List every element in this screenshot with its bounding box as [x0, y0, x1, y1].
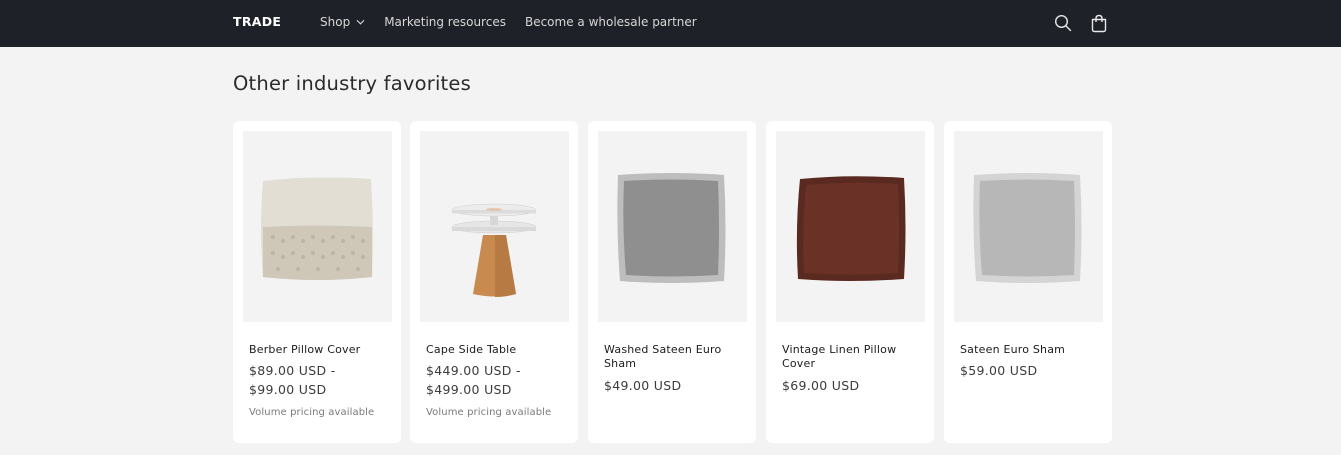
price-line: $99.00 USD	[249, 382, 327, 397]
pillow-icon	[796, 176, 906, 281]
cart-button[interactable]	[1088, 12, 1110, 34]
product-title[interactable]: Berber Pillow Cover	[249, 343, 389, 357]
product-price: $49.00 USD	[604, 378, 682, 393]
price-line: $89.00 USD -	[249, 363, 336, 378]
price-line: $499.00 USD	[426, 382, 512, 397]
side-table-icon	[451, 203, 537, 297]
product-title[interactable]: Sateen Euro Sham	[960, 343, 1100, 357]
product-title[interactable]: Vintage Linen Pillow Cover	[782, 343, 922, 371]
title-line: Cover	[782, 357, 816, 370]
pillow-icon	[617, 173, 726, 283]
title-line: Vintage Linen Pillow	[782, 343, 897, 356]
title-line: Washed Sateen Euro	[604, 343, 722, 356]
pillow-icon	[261, 177, 373, 280]
product-image[interactable]	[598, 131, 747, 322]
chevron-down-icon	[356, 19, 365, 25]
product-card-washed-sateen-euro-sham[interactable]: Washed Sateen Euro Sham $49.00 USD	[588, 121, 756, 443]
cart-icon	[1091, 14, 1107, 32]
search-button[interactable]	[1052, 12, 1074, 34]
brand-logo[interactable]: TRADE	[233, 14, 281, 29]
volume-pricing-note: Volume pricing available	[249, 407, 375, 418]
product-card-berber-pillow-cover[interactable]: Berber Pillow Cover $89.00 USD - $99.00 …	[233, 121, 401, 443]
product-image[interactable]	[420, 131, 569, 322]
product-price: $59.00 USD	[960, 363, 1038, 378]
product-title[interactable]: Cape Side Table	[426, 343, 566, 357]
product-card-vintage-linen-pillow-cover[interactable]: Vintage Linen Pillow Cover $69.00 USD	[766, 121, 934, 443]
pillow-icon	[973, 173, 1082, 283]
nav-shop-label: Shop	[320, 15, 351, 29]
nav-become-wholesale-partner[interactable]: Become a wholesale partner	[525, 15, 697, 29]
product-card-sateen-euro-sham[interactable]: Sateen Euro Sham $59.00 USD	[944, 121, 1112, 443]
product-title[interactable]: Washed Sateen Euro Sham	[604, 343, 744, 371]
nav-shop[interactable]: Shop	[320, 15, 365, 29]
product-image[interactable]	[243, 131, 392, 322]
product-card-cape-side-table[interactable]: Cape Side Table $449.00 USD - $499.00 US…	[410, 121, 578, 443]
product-image[interactable]	[776, 131, 925, 322]
product-price: $449.00 USD - $499.00 USD	[426, 361, 566, 399]
product-price: $69.00 USD	[782, 378, 860, 393]
product-price: $89.00 USD - $99.00 USD	[249, 361, 389, 399]
nav-marketing-resources[interactable]: Marketing resources	[384, 15, 506, 29]
volume-pricing-note: Volume pricing available	[426, 407, 552, 418]
search-icon	[1054, 14, 1072, 32]
section-title: Other industry favorites	[233, 72, 471, 95]
product-image[interactable]	[954, 131, 1103, 322]
price-line: $449.00 USD -	[426, 363, 521, 378]
main-nav: Shop Marketing resources Become a wholes…	[320, 15, 716, 29]
top-header: TRADE Shop Marketing resources Become a …	[0, 0, 1341, 47]
title-line: Sham	[604, 357, 637, 370]
